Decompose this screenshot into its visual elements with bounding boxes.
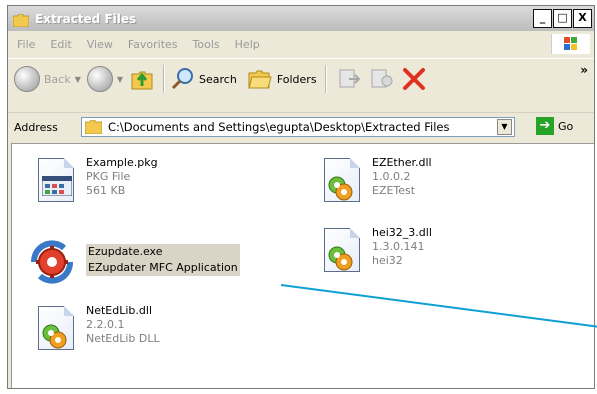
delete-button[interactable] xyxy=(401,67,427,91)
folders-icon xyxy=(248,70,272,89)
title-bar[interactable]: Extracted Files _ □ X xyxy=(8,6,594,31)
pkg-file-icon xyxy=(32,156,80,204)
go-button[interactable]: ➔ Go xyxy=(536,117,573,135)
folders-button[interactable]: Folders xyxy=(247,67,317,91)
address-bar: Address C:\Documents and Settings\egupta… xyxy=(8,112,594,141)
up-folder-icon xyxy=(131,71,153,90)
address-label: Address xyxy=(14,120,58,134)
file-name: NetEdLib.dll xyxy=(86,304,152,317)
menu-edit[interactable]: Edit xyxy=(50,38,71,51)
windows-logo-icon xyxy=(551,34,590,54)
minimize-button[interactable]: _ xyxy=(533,9,552,28)
go-label: Go xyxy=(558,119,574,133)
explorer-window: Extracted Files _ □ X File Edit View Fav… xyxy=(7,5,595,389)
file-item-example-pkg[interactable]: Example.pkg PKG File 561 KB xyxy=(32,156,158,204)
back-label: Back xyxy=(44,72,71,86)
address-input[interactable]: C:\Documents and Settings\egupta\Desktop… xyxy=(81,117,515,137)
file-size: 561 KB xyxy=(86,184,126,197)
file-list-pane[interactable]: Example.pkg PKG File 561 KB EZEther.dll … xyxy=(11,143,594,388)
file-version: 1.3.0.141 xyxy=(372,240,425,253)
copy-to-button[interactable] xyxy=(369,67,395,91)
exe-gear-icon xyxy=(24,234,80,290)
folders-label: Folders xyxy=(276,72,317,86)
file-item-ezether-dll[interactable]: EZEther.dll 1.0.0.2 EZETest xyxy=(318,156,432,204)
move-to-icon xyxy=(339,69,360,88)
file-type: PKG File xyxy=(86,170,131,183)
search-label: Search xyxy=(199,72,237,86)
chevron-down-icon[interactable]: ▼ xyxy=(117,75,123,84)
address-dropdown-icon[interactable]: ▼ xyxy=(497,119,512,135)
menu-bar: File Edit View Favorites Tools Help xyxy=(8,32,594,56)
dll-file-icon xyxy=(32,304,80,352)
menu-view[interactable]: View xyxy=(87,38,113,51)
file-name: EZEther.dll xyxy=(372,156,432,169)
folder-icon xyxy=(85,120,102,134)
toolbar-separator xyxy=(163,65,166,93)
search-icon xyxy=(171,68,194,90)
file-description: hei32 xyxy=(372,254,403,267)
file-item-ezupdate-exe[interactable]: Ezupdate.exe EZupdater MFC Application xyxy=(24,234,240,290)
dll-file-icon xyxy=(318,226,366,274)
forward-arrow-icon xyxy=(86,66,113,92)
back-arrow-icon xyxy=(14,66,40,92)
standard-toolbar: Back ▼ ▼ Search Folders » xyxy=(8,58,594,99)
toolbar-separator xyxy=(324,65,327,93)
go-arrow-icon: ➔ xyxy=(536,117,554,135)
back-button[interactable]: Back ▼ xyxy=(14,66,81,92)
menu-file[interactable]: File xyxy=(17,38,35,51)
folder-icon xyxy=(12,12,30,28)
file-description: EZupdater MFC Application xyxy=(86,260,240,276)
forward-button[interactable]: ▼ xyxy=(86,66,123,92)
menu-tools[interactable]: Tools xyxy=(193,38,220,51)
menu-help[interactable]: Help xyxy=(235,38,260,51)
maximize-button[interactable]: □ xyxy=(553,9,572,28)
up-folder-button[interactable] xyxy=(129,66,155,92)
dll-file-icon xyxy=(318,156,366,204)
file-name: Example.pkg xyxy=(86,156,158,169)
chevron-down-icon[interactable]: ▼ xyxy=(75,75,81,84)
file-description: NetEdLib DLL xyxy=(86,332,160,345)
file-version: 1.0.0.2 xyxy=(372,170,411,183)
copy-to-icon xyxy=(371,69,393,88)
search-button[interactable]: Search xyxy=(171,67,237,91)
file-item-netedlib-dll[interactable]: NetEdLib.dll 2.2.0.1 NetEdLib DLL xyxy=(32,304,160,352)
file-name: Ezupdate.exe xyxy=(86,244,240,260)
toolbar-overflow-button[interactable]: » xyxy=(580,63,588,77)
file-name: hei32_3.dll xyxy=(372,226,432,239)
close-button[interactable]: X xyxy=(573,9,592,28)
window-title: Extracted Files xyxy=(35,11,137,26)
file-description: EZETest xyxy=(372,184,416,197)
file-item-hei32-3-dll[interactable]: hei32_3.dll 1.3.0.141 hei32 xyxy=(318,226,432,274)
address-path: C:\Documents and Settings\egupta\Desktop… xyxy=(108,120,450,134)
delete-x-icon xyxy=(402,68,425,90)
menu-favorites[interactable]: Favorites xyxy=(128,38,178,51)
file-version: 2.2.0.1 xyxy=(86,318,125,331)
move-to-button[interactable] xyxy=(337,67,363,91)
